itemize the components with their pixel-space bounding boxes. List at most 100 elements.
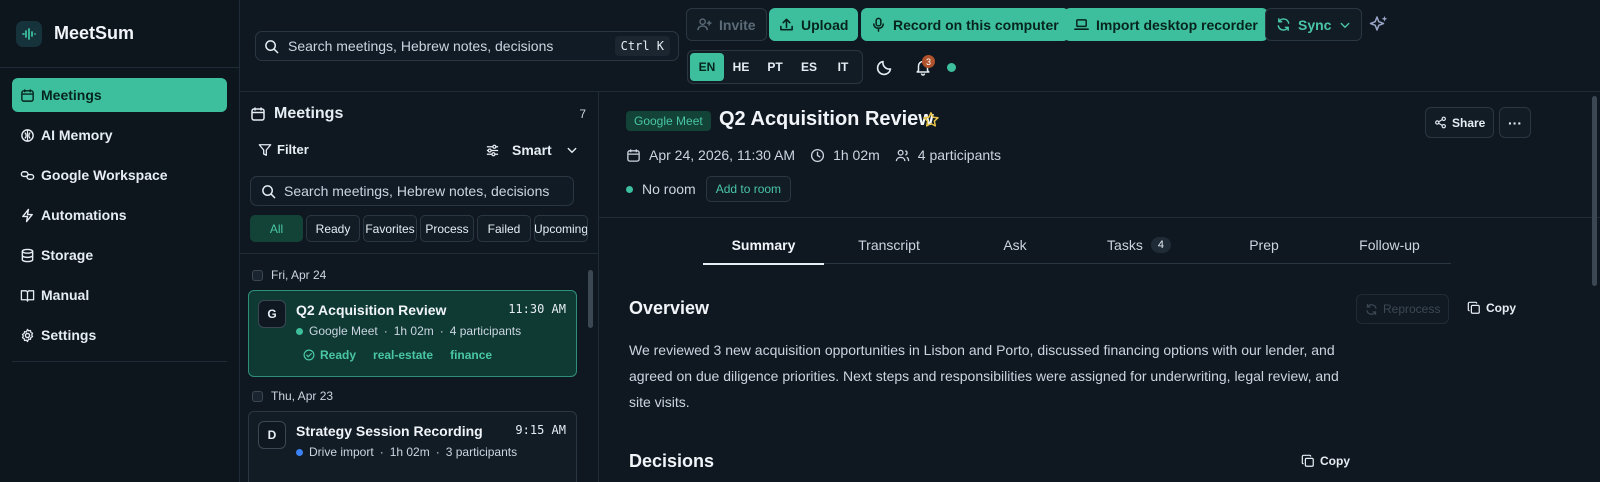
brand[interactable]: MeetSum (0, 0, 239, 68)
share-icon (1435, 116, 1446, 129)
lang-es[interactable]: ES (792, 53, 826, 81)
sidebar-item-settings[interactable]: Settings (12, 318, 227, 352)
chip-upcoming[interactable]: Upcoming (534, 215, 588, 242)
sort-label: Smart (512, 142, 552, 158)
day-header[interactable]: Fri, Apr 24 (252, 268, 326, 282)
lang-en[interactable]: EN (690, 53, 724, 81)
sync-button[interactable]: Sync (1265, 8, 1363, 41)
chevron-down-icon (567, 147, 577, 154)
tag: real-estate (373, 348, 434, 362)
meetings-search[interactable] (250, 176, 574, 206)
sidebar-item-storage[interactable]: Storage (12, 238, 227, 272)
meeting-title: Strategy Session Recording (296, 423, 483, 439)
day-header[interactable]: Thu, Apr 23 (252, 389, 333, 403)
tab-summary[interactable]: Summary (703, 226, 824, 265)
chip-favorites[interactable]: Favorites (363, 215, 417, 242)
meeting-detail-title: Q2 Acquisition Review (719, 108, 934, 130)
sort-select[interactable]: Smart (485, 142, 578, 158)
share-label: Share (1452, 115, 1486, 130)
meeting-detail-panel: Google Meet Q2 Acquisition Review Share … (599, 92, 1600, 482)
chevron-down-icon (1341, 22, 1350, 28)
filter-button[interactable]: Filter (258, 142, 309, 157)
copy-decisions-button[interactable]: Copy (1301, 454, 1350, 468)
tab-label: Tasks (1107, 237, 1143, 253)
tab-ask[interactable]: Ask (954, 226, 1076, 264)
select-day-checkbox[interactable] (252, 269, 263, 281)
meeting-card[interactable]: D Strategy Session Recording 9:15 AM Dri… (248, 411, 577, 482)
meeting-participants: 4 participants (895, 147, 1001, 163)
lang-pt[interactable]: PT (758, 53, 792, 81)
overview-heading: Overview (629, 298, 710, 318)
meeting-date-text: Apr 24, 2026, 11:30 AM (649, 147, 796, 163)
tab-tasks[interactable]: Tasks 4 (1076, 226, 1202, 264)
import-recorder-button[interactable]: Import desktop recorder (1064, 8, 1268, 41)
meeting-meta: Drive import · 1h 02m · 3 participants (296, 445, 517, 459)
shortcut-hint: Ctrl K (614, 36, 670, 56)
laptop-icon (1074, 19, 1089, 31)
meeting-duration: 1h 02m (810, 147, 880, 163)
chip-all[interactable]: All (250, 215, 303, 242)
search-icon (262, 184, 276, 198)
sidebar-item-automations[interactable]: Automations (12, 198, 227, 232)
more-options-icon[interactable]: ··· (1499, 107, 1531, 138)
sidebar-item-ai-memory[interactable]: AI Memory (12, 118, 227, 152)
copy-icon (1301, 454, 1314, 467)
notification-badge: 3 (922, 55, 935, 68)
meetings-search-input[interactable] (284, 183, 563, 199)
detail-scrollbar[interactable] (1592, 96, 1597, 286)
meeting-time: 11:30 AM (508, 302, 566, 316)
lang-he[interactable]: HE (724, 53, 758, 81)
invite-label: Invite (719, 16, 756, 33)
meeting-participants: 3 participants (445, 445, 518, 459)
meetings-list-title: Meetings (274, 105, 344, 122)
tab-transcript[interactable]: Transcript (824, 226, 954, 264)
copy-overview-button[interactable]: Copy (1467, 301, 1516, 315)
add-to-room-button[interactable]: Add to room (705, 176, 792, 202)
sparkles-icon[interactable] (1368, 14, 1390, 39)
share-button[interactable]: Share (1425, 107, 1495, 138)
app-name: MeetSum (54, 23, 135, 43)
moon-icon[interactable] (876, 58, 894, 79)
import-label: Import desktop recorder (1096, 16, 1258, 33)
copy-label: Copy (1320, 454, 1350, 468)
sidebar-item-google-workspace[interactable]: Google Workspace (12, 158, 227, 192)
tab-label: Ask (1003, 237, 1027, 253)
chip-failed[interactable]: Failed (477, 215, 531, 242)
lang-it[interactable]: IT (826, 53, 860, 81)
chip-ready[interactable]: Ready (306, 215, 360, 242)
reprocess-button[interactable]: Reprocess (1356, 294, 1450, 324)
bell-icon[interactable]: 3 (914, 55, 935, 79)
upload-button[interactable]: Upload (769, 8, 859, 41)
meeting-meta-row: Apr 24, 2026, 11:30 AM 1h 02m 4 particip… (626, 147, 1016, 163)
global-search[interactable]: Ctrl K (255, 31, 679, 61)
global-search-input[interactable] (288, 38, 615, 54)
record-label: Record on this computer (893, 16, 1059, 33)
status-filter-chips: All Ready Favorites Process Failed Upcom… (250, 215, 591, 242)
select-day-checkbox[interactable] (252, 390, 263, 402)
star-icon[interactable] (922, 111, 940, 132)
filter-icon (258, 143, 272, 156)
source-badge: Google Meet (626, 111, 711, 131)
book-icon (20, 289, 35, 302)
meeting-meta: Google Meet · 1h 02m · 4 participants (296, 324, 521, 338)
copy-label: Copy (1486, 301, 1516, 315)
sidebar-item-meetings[interactable]: Meetings (12, 78, 227, 112)
meeting-card[interactable]: G Q2 Acquisition Review 11:30 AM Google … (248, 290, 577, 377)
detail-tabs: Summary Transcript Ask Tasks 4 Prep Follo… (703, 226, 1453, 265)
chip-process[interactable]: Process (420, 215, 474, 242)
sidebar-item-manual[interactable]: Manual (12, 278, 227, 312)
tab-follow-up[interactable]: Follow-up (1326, 226, 1453, 264)
record-button[interactable]: Record on this computer (861, 8, 1069, 41)
sliders-icon (486, 144, 499, 156)
meeting-tags: Ready real-estate finance (303, 348, 509, 362)
divider (599, 217, 1600, 218)
invite-button[interactable]: Invite (686, 8, 767, 41)
upload-icon (780, 18, 793, 31)
meeting-duration-text: 1h 02m (833, 147, 880, 163)
sidebar-nav: Meetings AI Memory Google Workspace Auto… (0, 78, 239, 352)
room-status-dot (626, 185, 633, 193)
sync-label: Sync (1298, 16, 1332, 33)
list-scrollbar[interactable] (588, 270, 593, 328)
separator: · (379, 445, 384, 459)
tab-prep[interactable]: Prep (1202, 226, 1326, 264)
